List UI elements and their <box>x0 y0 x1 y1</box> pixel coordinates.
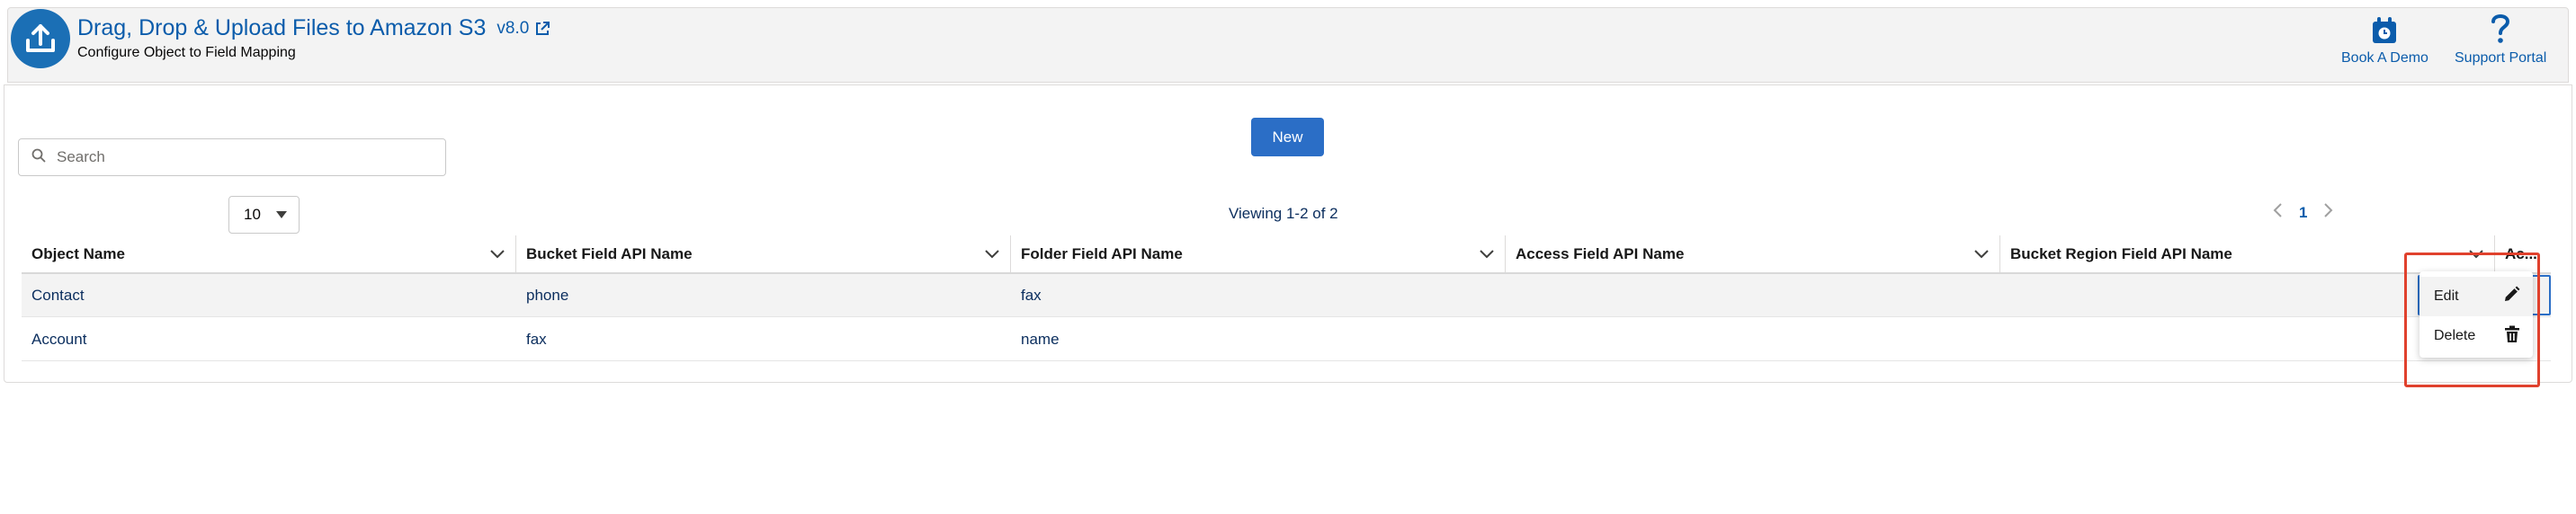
current-page[interactable]: 1 <box>2299 204 2307 222</box>
app-title-text: Drag, Drop & Upload Files to Amazon S3 <box>77 15 487 40</box>
column-header-label: Access Field API Name <box>1516 244 1685 262</box>
column-header-label: Object Name <box>31 244 125 262</box>
chevron-right-icon[interactable] <box>2323 202 2334 223</box>
cell-object-name: Contact <box>31 286 85 304</box>
cell-access-field <box>1506 274 1516 316</box>
support-portal-label: Support Portal <box>2455 50 2547 66</box>
chevron-down-icon[interactable] <box>490 245 505 263</box>
column-header-object-name[interactable]: Object Name <box>22 235 516 272</box>
cell-folder-field: name <box>1021 330 1060 348</box>
cell-bucket-field: phone <box>526 286 569 304</box>
cell-access-field <box>1506 318 1516 360</box>
cell-bucket-region-field <box>2000 274 2010 316</box>
new-button[interactable]: New <box>1251 118 1324 156</box>
search-icon <box>31 148 46 167</box>
column-header-folder-field[interactable]: Folder Field API Name <box>1011 235 1506 272</box>
chevron-down-icon[interactable] <box>1480 245 1494 263</box>
column-header-access-field[interactable]: Access Field API Name <box>1506 235 2000 272</box>
column-header-bucket-field[interactable]: Bucket Field API Name <box>516 235 1011 272</box>
calendar-icon <box>2371 9 2398 45</box>
column-header-label: Bucket Field API Name <box>526 244 693 262</box>
chevron-down-icon[interactable] <box>1974 245 1989 263</box>
book-demo-label: Book A Demo <box>2341 50 2428 66</box>
column-header-label: Bucket Region Field API Name <box>2010 244 2232 262</box>
external-link-icon[interactable] <box>534 21 550 37</box>
book-demo-link[interactable]: Book A Demo <box>2341 9 2428 66</box>
version-link[interactable]: v8.0 <box>496 19 529 39</box>
chevron-left-icon[interactable] <box>2272 202 2283 223</box>
page-size-select[interactable]: 10 <box>228 196 300 234</box>
cell-object-name: Account <box>31 330 87 348</box>
chevron-down-icon[interactable] <box>985 245 999 263</box>
pagination: 1 <box>2272 202 2334 223</box>
app-title: Drag, Drop & Upload Files to Amazon S3 v… <box>77 15 550 41</box>
cell-folder-field: fax <box>1021 286 1042 304</box>
cell-bucket-field: fax <box>526 330 547 348</box>
page-subtitle: Configure Object to Field Mapping <box>77 45 296 60</box>
search-box[interactable] <box>18 138 446 176</box>
table-row[interactable]: Account fax name <box>22 318 2551 361</box>
caret-down-icon <box>275 206 288 224</box>
page-size-value: 10 <box>244 206 261 223</box>
column-header-label: Folder Field API Name <box>1021 244 1183 262</box>
question-icon <box>2490 9 2511 45</box>
highlight-annotation <box>2404 253 2540 387</box>
upload-icon <box>11 9 70 68</box>
cell-bucket-region-field <box>2000 318 2010 360</box>
search-input[interactable] <box>55 147 436 167</box>
table-row[interactable]: Contact phone fax <box>22 274 2551 317</box>
support-portal-link[interactable]: Support Portal <box>2455 9 2546 66</box>
viewing-count: Viewing 1-2 of 2 <box>1229 205 1338 222</box>
table-header: Object Name Bucket Field API Name Folder… <box>22 235 2551 274</box>
